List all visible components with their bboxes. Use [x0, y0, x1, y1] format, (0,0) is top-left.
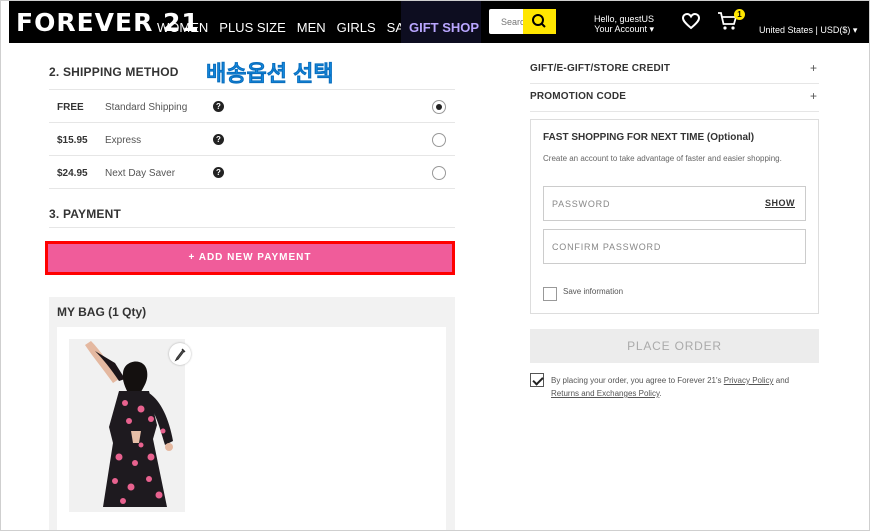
fast-shopping-panel: FAST SHOPPING FOR NEXT TIME (Optional) C… — [530, 119, 819, 314]
shipping-price: $24.95 — [57, 168, 88, 179]
terms-agreement-text: By placing your order, you agree to Fore… — [551, 374, 816, 400]
account-greeting: Hello, guestUS — [594, 14, 655, 24]
help-icon[interactable]: ? — [213, 101, 224, 112]
product-photo-illustration — [69, 339, 185, 512]
password-input[interactable] — [544, 187, 744, 220]
nav-gift-shop[interactable]: GIFT SHOP — [401, 1, 481, 43]
search-icon — [532, 14, 546, 28]
pencil-icon — [174, 348, 186, 362]
fast-shopping-description: Create an account to take advantage of f… — [543, 154, 782, 163]
agree-period: . — [659, 389, 662, 398]
cart-count-badge: 1 — [734, 9, 745, 20]
shipping-radio[interactable] — [432, 166, 446, 180]
agree-and: and — [775, 376, 790, 385]
top-navigation-bar: FOREVER 21 WOMEN PLUS SIZE MEN GIRLS SAL… — [9, 1, 869, 43]
search-box — [489, 9, 556, 34]
help-icon[interactable]: ? — [213, 167, 224, 178]
chevron-down-icon: ▾ — [852, 25, 858, 35]
checkout-page: FOREVER 21 WOMEN PLUS SIZE MEN GIRLS SAL… — [0, 0, 870, 531]
privacy-policy-link[interactable]: Privacy Policy — [724, 376, 774, 385]
nav-girls[interactable]: GIRLS — [337, 20, 376, 36]
shipping-option-standard[interactable]: FREE Standard Shipping ? — [49, 89, 455, 122]
shipping-option-next-day[interactable]: $24.95 Next Day Saver ? — [49, 155, 455, 188]
plus-icon: + — [809, 61, 817, 75]
shipping-method-title: 2. SHIPPING METHOD — [49, 65, 179, 79]
agree-prefix: By placing your order, you agree to Fore… — [551, 376, 722, 385]
main-nav: WOMEN PLUS SIZE MEN GIRLS SALE — [157, 20, 431, 36]
returns-policy-link[interactable]: Returns and Exchanges Policy — [551, 389, 659, 398]
annotation-text: 배송옵션 선택 — [206, 61, 334, 87]
edit-item-button[interactable] — [169, 343, 191, 365]
my-bag-title: MY BAG (1 Qty) — [57, 305, 147, 319]
shipping-price: $15.95 — [57, 135, 88, 146]
search-button[interactable] — [523, 9, 556, 34]
bag-item-card — [57, 327, 446, 530]
plus-icon: + — [809, 89, 817, 103]
shipping-name: Standard Shipping — [105, 102, 188, 113]
nav-men[interactable]: MEN — [297, 20, 326, 36]
place-order-button[interactable]: PLACE ORDER — [530, 329, 819, 363]
nav-plus-size[interactable]: PLUS SIZE — [219, 20, 285, 36]
shipping-price: FREE — [57, 102, 84, 113]
region-selector[interactable]: United States | USD($) ▾ — [759, 25, 857, 35]
confirm-password-input[interactable] — [544, 230, 744, 263]
heart-icon[interactable] — [681, 11, 701, 31]
confirm-password-field — [543, 229, 806, 264]
shipping-name: Express — [105, 135, 142, 146]
save-information-checkbox[interactable] — [543, 287, 557, 301]
password-field: SHOW — [543, 186, 806, 221]
gift-credit-label: GIFT/E-GIFT/STORE CREDIT — [530, 63, 671, 74]
divider — [49, 188, 455, 189]
product-image[interactable] — [69, 339, 185, 512]
nav-women[interactable]: WOMEN — [157, 20, 208, 36]
shipping-option-express[interactable]: $15.95 Express ? — [49, 122, 455, 155]
promotion-code-label: PROMOTION CODE — [530, 91, 627, 102]
payment-title: 3. PAYMENT — [49, 207, 122, 221]
chevron-down-icon: ▾ — [649, 24, 655, 34]
shipping-radio-selected[interactable] — [432, 100, 446, 114]
help-icon[interactable]: ? — [213, 134, 224, 145]
shipping-radio[interactable] — [432, 133, 446, 147]
add-new-payment-button[interactable]: + ADD NEW PAYMENT — [48, 244, 452, 272]
gift-credit-accordion[interactable]: GIFT/E-GIFT/STORE CREDIT + — [530, 56, 819, 84]
region-label: United States | USD($) — [759, 25, 851, 35]
search-input[interactable] — [489, 9, 523, 34]
divider — [49, 227, 455, 228]
terms-agree-checkbox[interactable] — [530, 373, 544, 387]
promotion-code-accordion[interactable]: PROMOTION CODE + — [530, 84, 819, 112]
save-information-label: Save information — [563, 287, 624, 296]
my-bag-panel: MY BAG (1 Qty) — [49, 297, 455, 530]
account-label: Your Account — [594, 24, 647, 34]
account-menu[interactable]: Hello, guestUS Your Account ▾ — [594, 14, 654, 34]
show-password-link[interactable]: SHOW — [765, 198, 795, 208]
shipping-name: Next Day Saver — [105, 168, 176, 179]
fast-shopping-title: FAST SHOPPING FOR NEXT TIME (Optional) — [543, 132, 755, 143]
